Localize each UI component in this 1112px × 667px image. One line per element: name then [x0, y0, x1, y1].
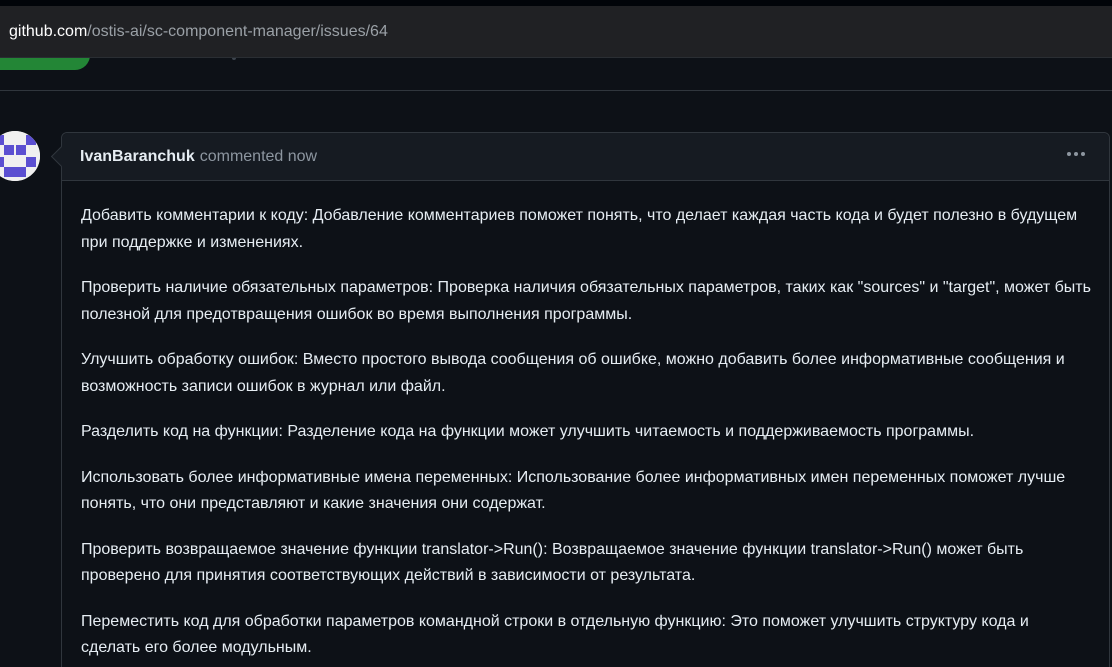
comment-paragraph: Использовать более информативные имена п… — [81, 468, 1066, 513]
comment-body: Добавить комментарии к коду: Добавление … — [62, 181, 1109, 662]
dot — [1081, 152, 1085, 156]
dot — [1067, 152, 1071, 156]
issue-page: IvanBaranchuk commented now Добавить ком… — [0, 58, 1112, 667]
url-domain: github.com — [9, 22, 88, 40]
comment-paragraph: Добавить комментарии к коду: Добавление … — [81, 207, 1078, 251]
kebab-horizontal-icon[interactable] — [1067, 152, 1085, 156]
comment-author[interactable]: IvanBaranchuk — [80, 148, 195, 166]
comment-box: IvanBaranchuk commented now Добавить ком… — [61, 132, 1110, 667]
comment-paragraph: Проверить возвращаемое значение функции … — [81, 540, 1024, 585]
status-button[interactable] — [0, 58, 90, 70]
comment-paragraph: Разделить код на функции: Разделение код… — [81, 423, 975, 440]
comment-paragraph: Проверить наличие обязательных параметро… — [81, 279, 1091, 323]
header-divider — [0, 90, 1112, 91]
separator-mark — [232, 58, 236, 60]
avatar[interactable] — [0, 131, 40, 181]
dot — [1074, 152, 1078, 156]
address-bar[interactable]: github.com/ostis-ai/sc-component-manager… — [0, 6, 1112, 58]
comment-timestamp[interactable]: commented now — [200, 148, 317, 166]
comment-header: IvanBaranchuk commented now — [62, 133, 1109, 181]
comment-paragraph: Улучшить обработку ошибок: Вместо просто… — [81, 351, 1065, 395]
comment-paragraph: Переместить код для обработки параметров… — [81, 612, 1029, 657]
url-path: /ostis-ai/sc-component-manager/issues/64 — [87, 22, 388, 40]
identicon-icon — [0, 131, 40, 181]
